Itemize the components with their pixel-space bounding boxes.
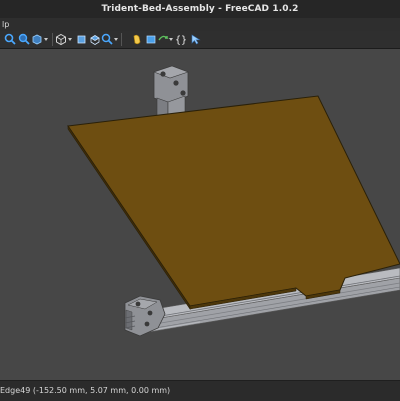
window-title: Trident-Bed-Assembly - FreeCAD 1.0.2 (101, 4, 299, 14)
view-fit-selection-icon[interactable] (18, 33, 30, 46)
view-fit-all-icon[interactable] (4, 33, 16, 46)
front-view-icon[interactable] (75, 33, 87, 46)
isometric-view-icon[interactable] (55, 33, 67, 46)
status-bar: Edge49 (-152.50 mm, 5.07 mm, 0.00 mm) (0, 380, 400, 401)
menu-bar: lp (0, 18, 400, 31)
3d-viewport[interactable] (0, 49, 400, 380)
toolbar-separator (121, 33, 122, 46)
view-dropdown-icon[interactable] (67, 33, 73, 46)
draw-style-dropdown-icon[interactable] (43, 33, 49, 46)
link-icon[interactable] (131, 33, 143, 46)
preselection-status: Edge49 (-152.50 mm, 5.07 mm, 0.00 mm) (0, 386, 171, 395)
view-toolbar: {} (0, 31, 400, 49)
variable-set-icon[interactable]: {} (175, 33, 186, 46)
heated-bed-plate[interactable] (67, 95, 400, 310)
macro-dropdown-icon[interactable] (168, 33, 174, 46)
3d-scene[interactable] (0, 49, 400, 380)
draw-style-icon[interactable] (31, 33, 43, 46)
window-titlebar: Trident-Bed-Assembly - FreeCAD 1.0.2 (0, 0, 400, 19)
whats-this-icon[interactable] (190, 33, 202, 46)
part-icon[interactable] (145, 33, 157, 46)
measure-icon[interactable] (101, 33, 113, 46)
menu-item-help[interactable]: lp (2, 20, 9, 29)
svg-text:{}: {} (175, 35, 186, 46)
top-view-icon[interactable] (89, 33, 101, 46)
toolbar-separator (52, 33, 53, 46)
measure-dropdown-icon[interactable] (113, 33, 119, 46)
